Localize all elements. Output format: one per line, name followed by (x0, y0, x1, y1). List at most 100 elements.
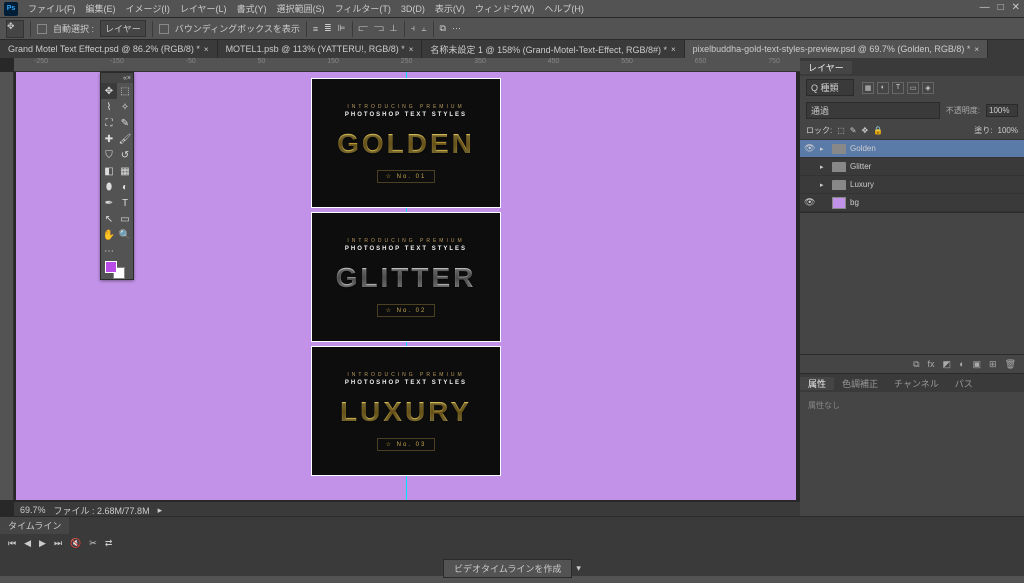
current-tool-icon[interactable]: ✥ (6, 20, 24, 38)
adjustments-tab[interactable]: 色調補正 (834, 377, 886, 390)
create-timeline-button[interactable]: ビデオタイムラインを作成 (443, 559, 572, 578)
3d-mode-icon[interactable]: ⧉ (440, 23, 446, 34)
link-icon[interactable]: ⧉ (913, 359, 919, 370)
artboard-golden[interactable]: INTRODUCING PREMIUM PHOTOSHOP TEXT STYLE… (311, 78, 501, 208)
crop-tool-icon[interactable]: ⛶ (101, 115, 117, 131)
hand-tool-icon[interactable]: ✋ (101, 227, 117, 243)
toolbox-header[interactable]: «× (101, 73, 133, 83)
lock-all-icon[interactable]: ⬚ (837, 126, 845, 135)
timeline-tab[interactable]: タイムライン (0, 517, 69, 534)
visibility-icon[interactable]: 👁 (804, 197, 816, 208)
menu-file[interactable]: ファイル(F) (28, 2, 76, 15)
zoom-tool-icon[interactable]: 🔍 (117, 227, 133, 243)
menu-edit[interactable]: 編集(E) (86, 2, 116, 15)
trash-icon[interactable]: 🗑 (1005, 359, 1016, 370)
layer-item[interactable]: ▸ Luxury (800, 176, 1024, 194)
layer-item[interactable]: 👁 bg (800, 194, 1024, 212)
split-icon[interactable]: ✂ (89, 538, 97, 549)
shape-tool-icon[interactable]: ▭ (117, 211, 133, 227)
layer-name[interactable]: Golden (850, 144, 876, 153)
menu-window[interactable]: ウィンドウ(W) (475, 2, 535, 15)
close-tab-icon[interactable]: × (974, 45, 979, 54)
properties-tab[interactable]: 属性 (800, 377, 834, 390)
align-icon[interactable]: ≣ (324, 23, 332, 34)
opacity-input[interactable]: 100% (986, 104, 1018, 117)
ruler-vertical[interactable] (0, 72, 14, 500)
fx-icon[interactable]: fx (928, 359, 935, 369)
align-icon[interactable]: ⫍ (359, 23, 369, 34)
move-tool-icon[interactable]: ✥ (101, 83, 117, 99)
document-tab[interactable]: 名称未設定 1 @ 158% (Grand-Motel-Text-Effect,… (422, 40, 684, 58)
lock-position-icon[interactable]: ✥ (862, 126, 869, 135)
menu-filter[interactable]: フィルター(T) (335, 2, 391, 15)
fill-input[interactable]: 100% (998, 126, 1018, 135)
filter-type-select[interactable]: Q 種類 (806, 79, 854, 96)
chevron-down-icon[interactable]: ▾ (576, 563, 581, 574)
align-icon[interactable]: ⊫ (338, 23, 346, 34)
next-frame-icon[interactable]: ⏭ (54, 538, 62, 549)
filter-adjust-icon[interactable]: ◐ (877, 82, 889, 94)
first-frame-icon[interactable]: ⏮ (8, 538, 16, 549)
marquee-tool-icon[interactable]: ⬚ (117, 83, 133, 99)
ruler-horizontal[interactable]: -250-150-5050150250350450550650750 (14, 58, 800, 72)
document-tab[interactable]: pixelbuddha-gold-text-styles-preview.psd… (685, 40, 988, 58)
lock-pixel-icon[interactable]: ✎ (850, 126, 857, 135)
menu-view[interactable]: 表示(V) (435, 2, 465, 15)
align-icon[interactable]: ⊥ (390, 23, 398, 34)
gradient-tool-icon[interactable]: ▦ (117, 163, 133, 179)
maximize-icon[interactable]: □ (998, 2, 1004, 13)
menu-layer[interactable]: レイヤー(L) (180, 2, 227, 15)
menu-type[interactable]: 書式(Y) (237, 2, 267, 15)
layer-item[interactable]: 👁 ▸ Golden (800, 140, 1024, 158)
color-swatch[interactable] (101, 259, 133, 279)
artboard-glitter[interactable]: INTRODUCING PREMIUM PHOTOSHOP TEXT STYLE… (311, 212, 501, 342)
menu-image[interactable]: イメージ(I) (126, 2, 170, 15)
layers-tab[interactable]: レイヤー (800, 61, 852, 74)
lock-icon[interactable]: 🔒 (873, 126, 883, 135)
lasso-tool-icon[interactable]: ⌇ (101, 99, 117, 115)
close-tab-icon[interactable]: × (409, 45, 414, 54)
layer-item[interactable]: ▸Glitter (800, 158, 1024, 176)
layer-name[interactable]: Luxury (850, 180, 874, 189)
close-icon[interactable]: × (127, 75, 131, 82)
new-layer-icon[interactable]: ⊞ (989, 359, 997, 370)
expand-icon[interactable]: ▸ (820, 181, 828, 189)
transition-icon[interactable]: ⇄ (105, 538, 113, 549)
mask-icon[interactable]: ◩ (943, 359, 952, 370)
blur-tool-icon[interactable]: ⬮ (101, 179, 117, 195)
auto-select-target[interactable]: レイヤー (100, 20, 146, 37)
path-tool-icon[interactable]: ↖ (101, 211, 117, 227)
adjustment-icon[interactable]: ◐ (959, 359, 964, 369)
expand-icon[interactable]: ▸ (820, 163, 828, 171)
align-icon[interactable]: ⫎ (374, 23, 384, 34)
layer-name[interactable]: bg (850, 198, 859, 207)
eyedropper-tool-icon[interactable]: ✎ (117, 115, 133, 131)
pen-tool-icon[interactable]: ✒ (101, 195, 117, 211)
close-icon[interactable]: ✕ (1012, 2, 1020, 13)
paths-tab[interactable]: パス (947, 377, 981, 390)
stamp-tool-icon[interactable]: ⛉ (101, 147, 117, 163)
heal-tool-icon[interactable]: ✚ (101, 131, 117, 147)
expand-icon[interactable]: ▸ (820, 145, 828, 153)
blend-mode-select[interactable]: 通過 (806, 102, 940, 119)
auto-select-checkbox[interactable] (37, 24, 47, 34)
minimize-icon[interactable]: — (980, 2, 990, 13)
visibility-icon[interactable]: 👁 (804, 143, 816, 154)
type-tool-icon[interactable]: T (117, 195, 133, 211)
audio-icon[interactable]: 🔇 (70, 538, 81, 549)
file-info[interactable]: ファイル : 2.68M/77.8M (54, 504, 150, 517)
brush-tool-icon[interactable]: 🖌 (117, 131, 133, 147)
menu-3d[interactable]: 3D(D) (401, 4, 425, 14)
chevron-right-icon[interactable]: ▸ (158, 505, 163, 516)
menu-select[interactable]: 選択範囲(S) (277, 2, 325, 15)
eraser-tool-icon[interactable]: ◧ (101, 163, 117, 179)
distribute-icon[interactable]: ⫞ (411, 23, 416, 34)
artboard-luxury[interactable]: INTRODUCING PREMIUM PHOTOSHOP TEXT STYLE… (311, 346, 501, 476)
filter-smart-icon[interactable]: ◈ (922, 82, 934, 94)
wand-tool-icon[interactable]: ✧ (117, 99, 133, 115)
align-icon[interactable]: ≡ (313, 24, 318, 34)
menu-help[interactable]: ヘルプ(H) (544, 2, 584, 15)
document-tab[interactable]: Grand Motel Text Effect.psd @ 86.2% (RGB… (0, 40, 218, 58)
close-tab-icon[interactable]: × (204, 45, 209, 54)
prev-frame-icon[interactable]: ◀ (24, 538, 31, 549)
